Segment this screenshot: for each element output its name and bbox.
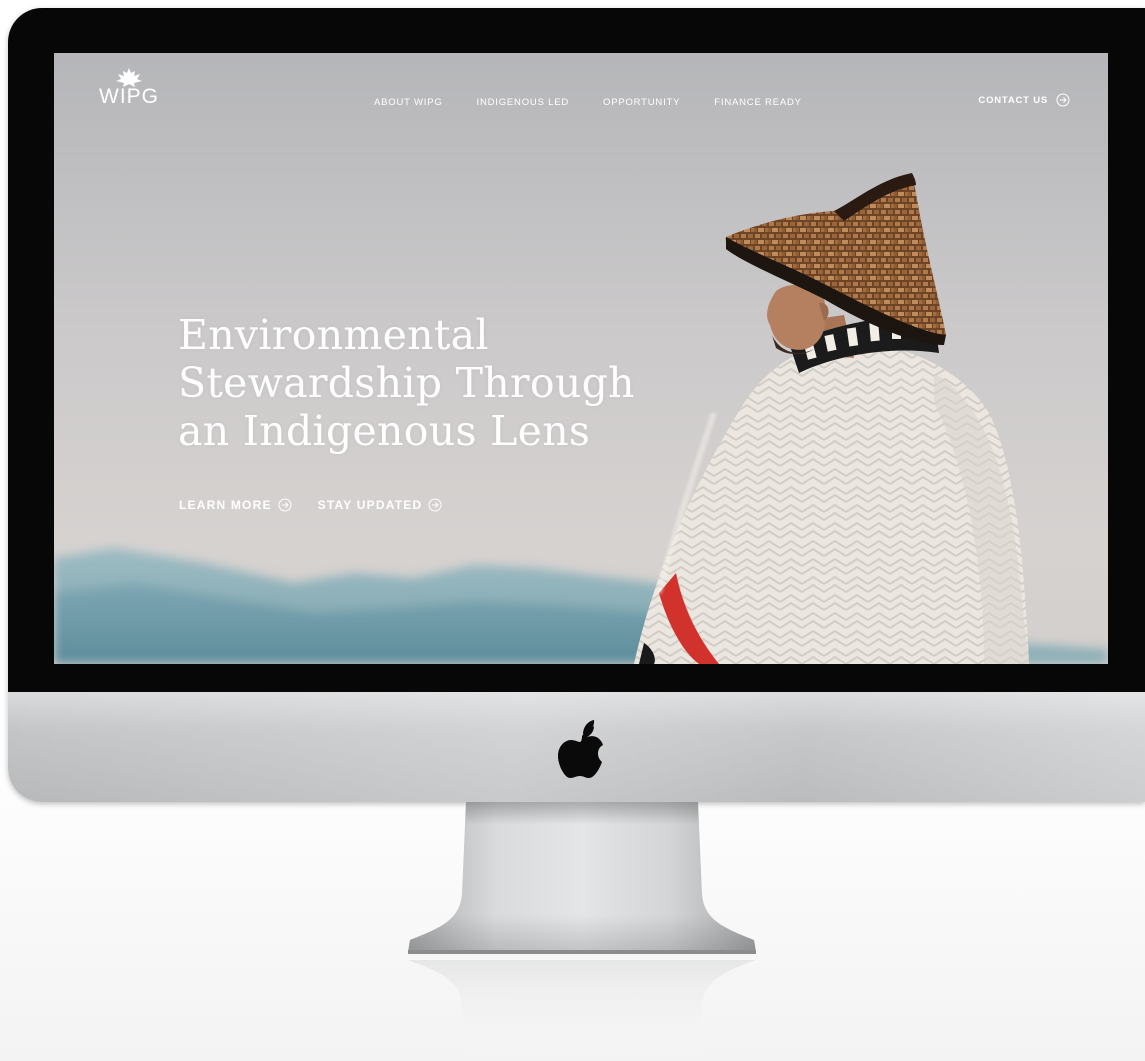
website-screen: WIPG ABOUT WIPG INDIGENOUS LED OPPORTUNI… [54, 53, 1108, 664]
hero-title-line: Stewardship Through [178, 359, 635, 407]
monitor-chin [8, 692, 1145, 802]
stay-updated-label: STAY UPDATED [317, 498, 423, 512]
brand-logo[interactable]: WIPG [94, 67, 164, 107]
hero-title-line: an Indigenous Lens [178, 407, 591, 455]
learn-more-label: LEARN MORE [179, 498, 272, 512]
stay-updated-button[interactable]: STAY UPDATED [318, 498, 443, 512]
hero-title-line: Environmental [178, 311, 489, 359]
screen-bezel: WIPG ABOUT WIPG INDIGENOUS LED OPPORTUNI… [8, 8, 1145, 692]
learn-more-button[interactable]: LEARN MORE [179, 498, 292, 512]
hero-title: Environmental Stewardship Through an Ind… [178, 311, 698, 455]
contact-us-link[interactable]: CONTACT US [978, 93, 1070, 107]
nav-indigenous-led[interactable]: INDIGENOUS LED [477, 97, 570, 108]
circle-arrow-right-icon [278, 498, 292, 512]
apple-logo-icon [558, 720, 603, 778]
site-header: WIPG ABOUT WIPG INDIGENOUS LED OPPORTUNI… [54, 53, 1108, 153]
hero-cta-group: LEARN MORE STAY UPDATED [179, 498, 442, 512]
brand-name: WIPG [99, 85, 159, 108]
imac-monitor: WIPG ABOUT WIPG INDIGENOUS LED OPPORTUNI… [8, 8, 1145, 802]
stand-reflection [408, 960, 756, 1061]
main-nav: ABOUT WIPG INDIGENOUS LED OPPORTUNITY FI… [374, 97, 802, 108]
nav-finance-ready[interactable]: FINANCE READY [714, 97, 801, 108]
circle-arrow-right-icon [1056, 93, 1070, 107]
circle-arrow-right-icon [428, 498, 442, 512]
nav-about-wipg[interactable]: ABOUT WIPG [374, 97, 443, 108]
monitor-stand [408, 802, 756, 954]
contact-us-label: CONTACT US [978, 94, 1048, 106]
nav-opportunity[interactable]: OPPORTUNITY [603, 97, 680, 108]
